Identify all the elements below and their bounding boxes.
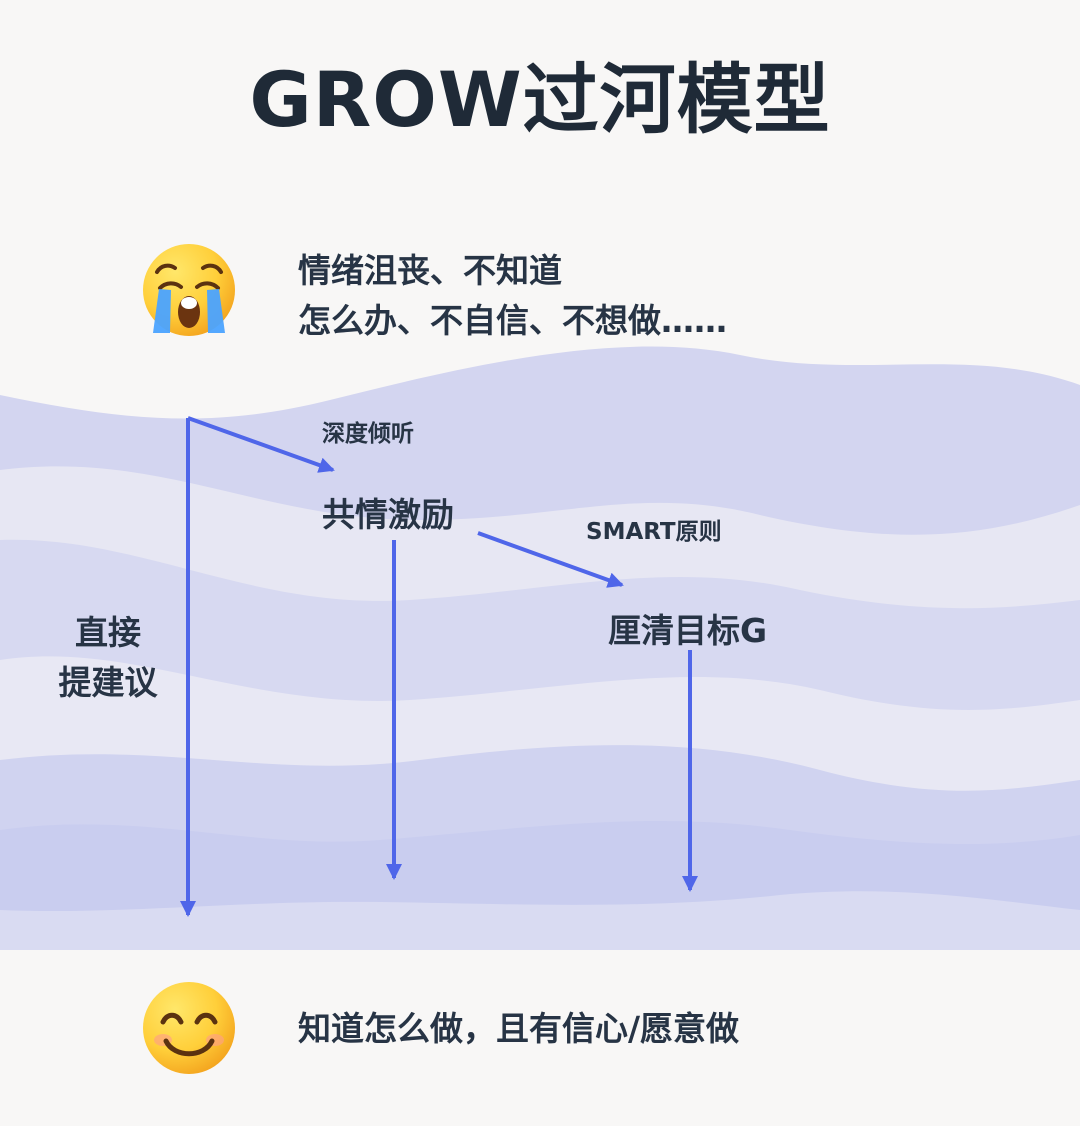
step-empathy-encouragement: 共情激励 bbox=[322, 495, 454, 534]
start-line-2: 怎么办、不自信、不想做…… bbox=[298, 301, 727, 340]
transition-label-deep-listening: 深度倾听 bbox=[322, 421, 414, 447]
start-line-1: 情绪沮丧、不知道 bbox=[298, 251, 562, 290]
transition-label-smart: SMART原则 bbox=[586, 519, 722, 545]
crying-face-icon bbox=[139, 240, 239, 340]
page-title: GROW过河模型 bbox=[249, 55, 831, 144]
river-and-arrows bbox=[0, 346, 1080, 1126]
start-description: 情绪沮丧、不知道 怎么办、不自信、不想做…… bbox=[298, 246, 727, 346]
step-clarify-goal: 厘清目标G bbox=[608, 611, 768, 650]
smiling-face-icon bbox=[139, 978, 239, 1078]
diagram-page: GROW过河模型 情绪沮丧、不知道 怎么办、不自信、不想做…… 深度倾听 共情激… bbox=[0, 0, 1080, 1126]
left-label-direct-advice: 直接 提建议 bbox=[48, 608, 168, 708]
left-label-line-1: 直接 bbox=[75, 613, 141, 652]
left-label-line-2: 提建议 bbox=[58, 663, 158, 702]
end-description: 知道怎么做，且有信心/愿意做 bbox=[298, 1009, 740, 1048]
